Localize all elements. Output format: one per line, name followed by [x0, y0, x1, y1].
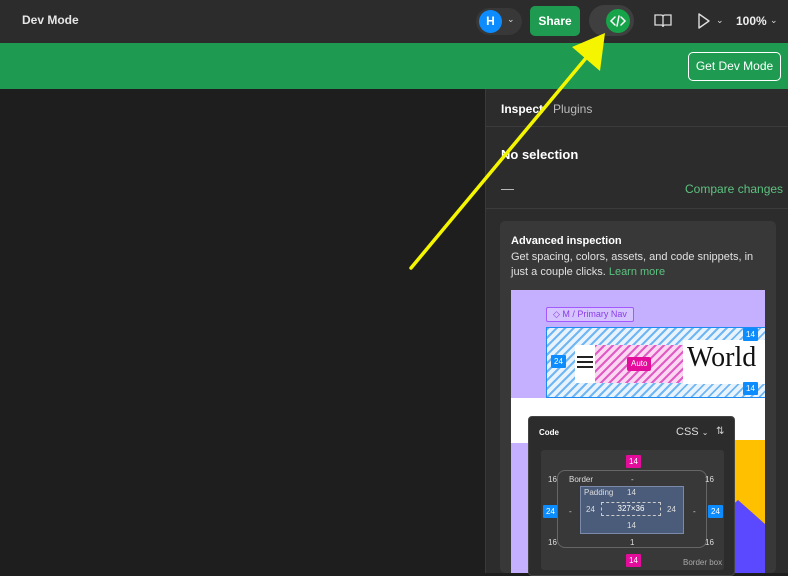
version-dash: —	[501, 181, 514, 196]
box-model: 14 24 24 14 16 16 16 16 Border - - - 1 P…	[541, 450, 724, 570]
language-label[interactable]: CSS	[676, 426, 699, 438]
tab-inspect[interactable]: Inspect	[501, 102, 543, 116]
dev-mode-banner	[0, 43, 788, 89]
padding-top-value: 14	[627, 488, 636, 497]
border-left-value: -	[569, 507, 572, 516]
padding-label: Padding	[584, 488, 614, 497]
spacing-badge-top: 14	[743, 328, 758, 341]
chevron-down-icon[interactable]: ⌄	[770, 15, 778, 26]
learn-more-link[interactable]: Learn more	[609, 266, 665, 278]
padding-left-value: 24	[586, 505, 595, 514]
margin-left-badge: 24	[543, 505, 558, 518]
auto-label: Auto	[627, 357, 652, 371]
radius-top-left: 16	[548, 475, 557, 484]
component-tag: ◇ M / Primary Nav	[546, 307, 634, 322]
nav-frame: Auto World	[546, 327, 765, 398]
sort-icon[interactable]: ⇅	[716, 426, 724, 437]
canvas[interactable]	[0, 89, 485, 573]
border-box-label: Border box	[683, 558, 723, 567]
selection-title: No selection	[501, 147, 579, 162]
divider	[486, 126, 788, 127]
border-bottom-value: 1	[630, 538, 635, 547]
border-top-value: -	[631, 475, 634, 484]
border-label: Border	[569, 475, 594, 484]
chevron-down-icon[interactable]: ⌄	[507, 14, 515, 25]
compare-changes-link[interactable]: Compare changes	[685, 182, 783, 196]
code-panel: Code CSS ⌄ ⇅ 14 24 24 14 16 16 16 16 Bor…	[528, 416, 735, 576]
top-bar: Dev Mode H ⌄ Share ⌄ 100% ⌄	[0, 0, 788, 43]
divider	[486, 208, 788, 209]
margin-bottom-badge: 14	[626, 554, 641, 567]
avatar[interactable]: H	[479, 10, 502, 33]
radius-bottom-right: 16	[705, 538, 714, 547]
card-title: Advanced inspection	[511, 235, 622, 247]
padding-bottom-value: 14	[627, 521, 636, 530]
menu-block	[575, 345, 595, 383]
language-select[interactable]: CSS ⌄	[676, 426, 708, 438]
zoom-level[interactable]: 100%	[736, 14, 767, 28]
dev-mode-toggle[interactable]	[589, 5, 634, 36]
card-description: Get spacing, colors, assets, and code sn…	[511, 250, 771, 280]
margin-right-badge: 24	[708, 505, 723, 518]
radius-bottom-left: 16	[548, 538, 557, 547]
book-icon[interactable]	[654, 13, 672, 29]
padding-right-value: 24	[667, 505, 676, 514]
content-size: 327×36	[601, 502, 661, 516]
share-button[interactable]: Share	[530, 6, 580, 36]
radius-top-right: 16	[705, 475, 714, 484]
chevron-down-icon[interactable]: ⌄	[716, 15, 724, 26]
hamburger-icon	[577, 356, 593, 358]
user-menu[interactable]: H ⌄	[476, 8, 522, 35]
tab-plugins[interactable]: Plugins	[553, 102, 592, 116]
code-icon[interactable]	[606, 9, 630, 33]
world-text: World	[687, 342, 757, 373]
get-dev-mode-button[interactable]: Get Dev Mode	[688, 52, 781, 81]
app-title: Dev Mode	[22, 13, 79, 27]
margin-top-badge: 14	[626, 455, 641, 468]
spacing-badge-left: 24	[551, 355, 566, 368]
play-icon[interactable]	[697, 12, 711, 30]
spacing-badge-bottom: 14	[743, 382, 758, 395]
code-title: Code	[539, 428, 559, 437]
border-right-value: -	[693, 507, 696, 516]
